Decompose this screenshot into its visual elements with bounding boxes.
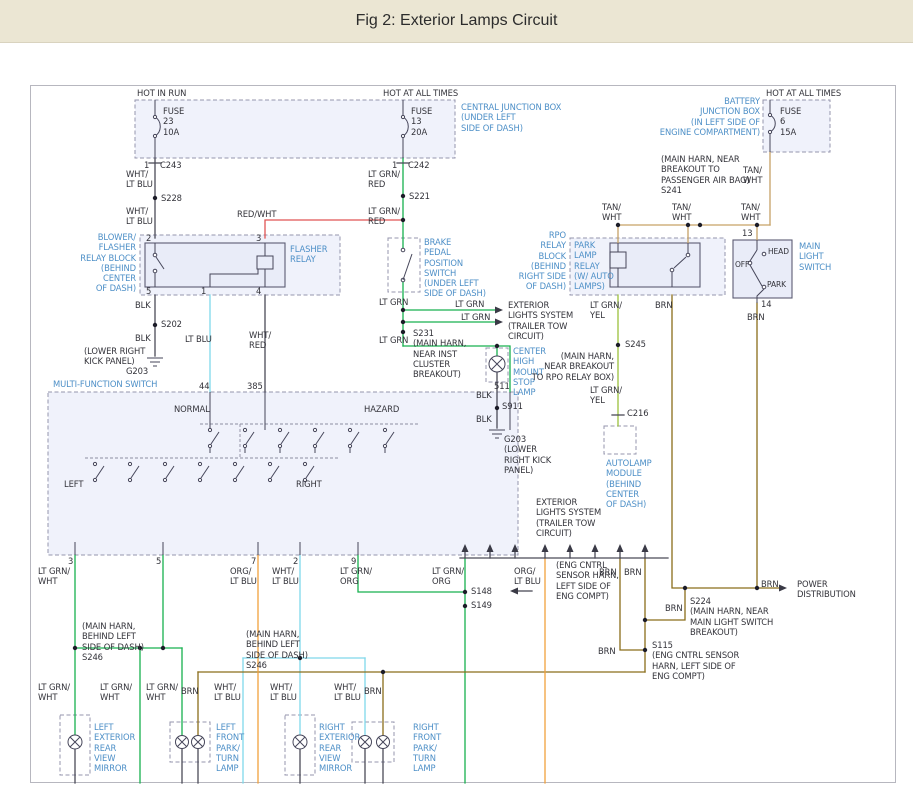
main-light-switch-box [733,240,792,298]
right-front-lamp-bulbs [359,736,390,749]
battery-junction-box-outline [763,100,830,152]
right-mirror-bulb [293,735,307,749]
brake-pedal-position-switch-outline [388,238,420,292]
center-high-mount-stop-lamp-bulb [489,356,505,372]
left-front-lamp-bulbs [176,736,205,749]
brake-switch-internals [401,248,412,282]
page: Fig 2: Exterior Lamps Circuit [0,0,913,806]
park-lamp-relay-box [610,243,700,287]
component-outlines [48,100,830,775]
flasher-relay-box [145,243,285,287]
multi-function-switch-outline [48,392,518,555]
ground-g203-left [147,358,163,366]
wiring-diagram-svg [0,0,913,806]
wires-tan [618,152,770,243]
autolamp-module-outline [604,426,636,454]
left-mirror-bulb [68,735,82,749]
central-junction-box-outline [135,100,455,158]
